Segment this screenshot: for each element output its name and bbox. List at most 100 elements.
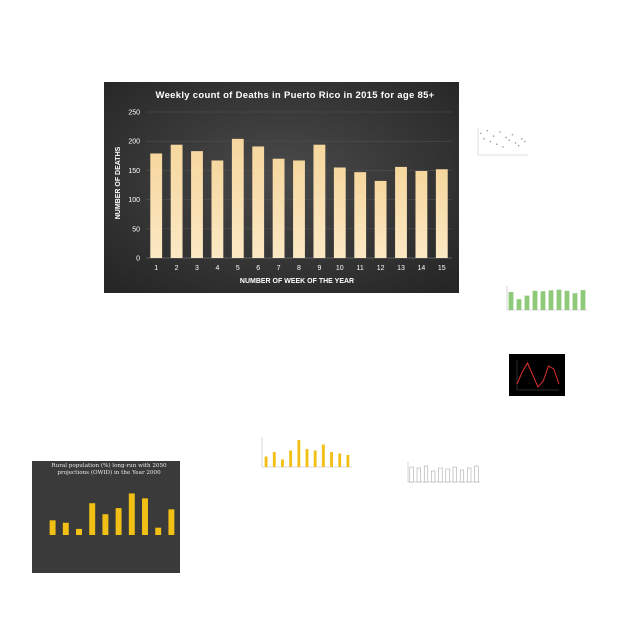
yellow-bar — [264, 456, 268, 467]
main-chart: Weekly count of Deaths in Puerto Rico in… — [104, 82, 459, 293]
bar-week-1 — [150, 153, 163, 258]
x-tick-label: 4 — [215, 265, 219, 272]
scatter-point — [483, 138, 485, 140]
x-tick-label: 14 — [418, 265, 426, 272]
green-bar — [532, 290, 538, 310]
scatter-point — [499, 131, 501, 133]
outline-bar — [474, 465, 479, 483]
bar-week-14 — [415, 170, 428, 258]
thumbnail-rural-svg: Rural population (%) long-run with 2050 … — [32, 461, 180, 573]
yellow-bar — [305, 449, 309, 467]
bar-week-8 — [293, 160, 305, 258]
thumbnail-rural-population-chart: Rural population (%) long-run with 2050 … — [32, 461, 180, 573]
x-tick-label: 3 — [195, 265, 199, 272]
rural-bar — [89, 503, 96, 535]
bar-week-5 — [231, 138, 244, 258]
x-tick-label: 7 — [277, 265, 281, 272]
x-tick-label: 12 — [377, 265, 385, 272]
scatter-point — [505, 136, 507, 139]
y-tick-label: 100 — [128, 197, 140, 204]
yellow-bar — [330, 452, 333, 467]
bar-week-7 — [272, 158, 285, 258]
rural-bar — [115, 508, 122, 535]
outline-bar — [459, 469, 465, 483]
rural-chart-title: Rural population (%) long-run with 2050 … — [51, 463, 167, 476]
green-bar — [540, 291, 546, 310]
bar-week-13 — [395, 166, 407, 258]
scatter-point — [514, 142, 517, 144]
yellow-bar — [281, 459, 284, 467]
scatter-background — [472, 125, 532, 161]
y-tick-label: 250 — [128, 110, 140, 117]
outline-bar — [452, 466, 457, 483]
outline-bar — [416, 467, 421, 483]
bar-week-2 — [170, 144, 183, 258]
yellow-bar — [272, 452, 276, 467]
scatter-point — [508, 139, 511, 141]
scatter-point — [521, 138, 523, 140]
chart-title: Weekly count of Deaths in Puerto Rico in… — [155, 90, 434, 101]
yellow-bar — [297, 440, 301, 467]
rural-bar — [128, 493, 135, 535]
y-axis-label: NUMBER OF DEATHS — [115, 146, 122, 219]
x-axis-label: NUMBER OF WEEK OF THE YEAR — [240, 278, 354, 285]
scatter-point — [511, 133, 514, 136]
yellow-bar — [346, 455, 350, 467]
bar-week-11 — [354, 172, 367, 258]
green-bar — [580, 290, 586, 310]
yellow-background — [248, 425, 358, 500]
x-tick-label: 2 — [175, 265, 179, 272]
green-bar — [572, 293, 578, 310]
thumbnail-yellow-bar-chart — [248, 425, 358, 500]
green-bar — [516, 299, 522, 310]
yellow-bar — [321, 444, 325, 467]
outline-bar — [431, 470, 436, 483]
scatter-point — [502, 146, 504, 148]
main-bar-chart: Weekly count of Deaths in Puerto Rico in… — [104, 82, 459, 293]
bar-week-9 — [313, 144, 326, 258]
bar-week-12 — [374, 180, 387, 258]
outline-bar — [438, 467, 443, 483]
x-tick-label: 9 — [317, 265, 321, 272]
red-background — [509, 354, 565, 396]
x-tick-label: 11 — [357, 265, 364, 272]
y-tick-label: 50 — [132, 226, 140, 233]
thumbnail-green-svg — [495, 268, 590, 320]
x-tick-label: 10 — [336, 265, 344, 272]
bar-week-15 — [435, 169, 448, 258]
rural-bar — [155, 527, 162, 535]
rural-bar — [142, 498, 148, 535]
green-bar — [548, 290, 554, 310]
green-bar — [524, 295, 530, 310]
thumbnail-red-line-chart — [509, 354, 565, 396]
green-bar — [508, 292, 514, 310]
rural-bar — [76, 528, 82, 535]
outline-bar — [467, 467, 472, 483]
thumbnail-outline-svg — [398, 456, 484, 498]
scatter-point — [495, 143, 498, 145]
thumbnail-green-bar-chart — [495, 268, 590, 320]
scatter-point — [524, 140, 526, 143]
x-tick-label: 5 — [236, 265, 240, 272]
green-bar — [556, 289, 562, 310]
y-tick-label: 200 — [128, 139, 140, 146]
x-tick-label: 13 — [397, 265, 405, 272]
scatter-point — [480, 132, 482, 135]
outline-bar — [445, 468, 450, 483]
y-tick-label: 150 — [128, 168, 140, 175]
rural-bar — [168, 509, 175, 535]
scatter-point — [489, 140, 492, 143]
scatter-point — [486, 129, 489, 132]
thumbnail-scatter-chart — [472, 125, 532, 161]
outline-bar — [409, 466, 414, 483]
x-tick-label: 6 — [256, 265, 260, 272]
thumbnail-outline-bar-chart — [398, 456, 484, 498]
thumbnail-red-svg — [509, 354, 565, 396]
scatter-point — [492, 135, 495, 137]
thumbnail-scatter-svg — [472, 125, 532, 161]
thumbnail-yellow-svg — [248, 425, 358, 500]
bar-week-4 — [211, 160, 224, 258]
green-bar — [564, 290, 570, 310]
bar-week-10 — [333, 167, 346, 258]
x-tick-label: 8 — [297, 265, 301, 272]
